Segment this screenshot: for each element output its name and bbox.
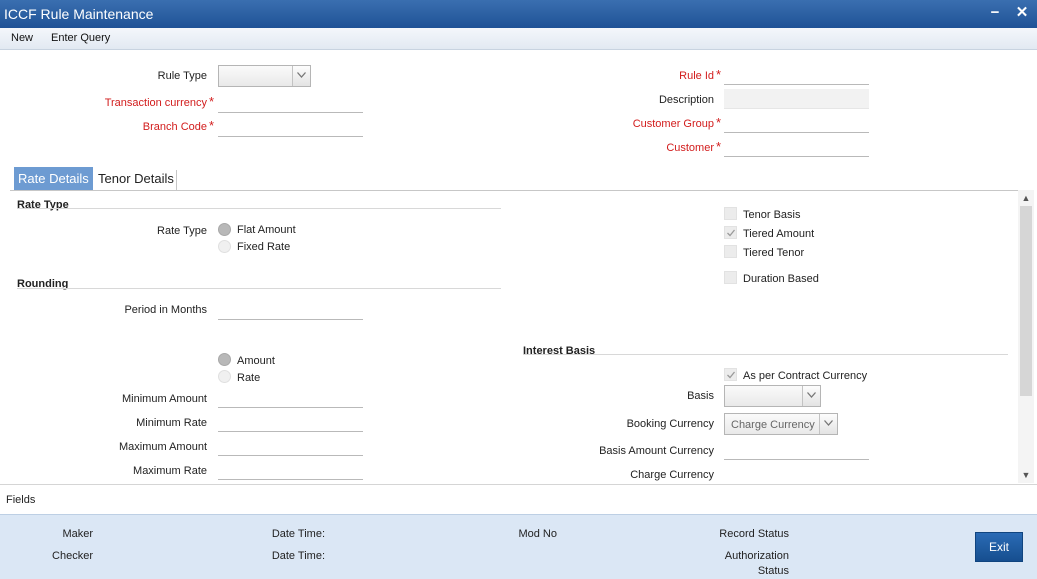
- rate-label: Rate: [237, 372, 261, 384]
- tiered-tenor-label: Tiered Tenor: [743, 247, 805, 259]
- basis-amount-currency-field[interactable]: [724, 440, 869, 460]
- customer-group-label: Customer Group: [632, 118, 714, 130]
- minimum-amount-field[interactable]: [218, 388, 363, 408]
- rule-id-field[interactable]: [724, 65, 869, 85]
- maximum-rate-label: Maximum Rate: [133, 465, 207, 477]
- customer-group-field[interactable]: [724, 113, 869, 133]
- menu-enter-query[interactable]: Enter Query: [51, 32, 110, 44]
- description-field[interactable]: [724, 89, 869, 109]
- section-divider: [17, 288, 501, 289]
- tiered-amount-checkbox[interactable]: [724, 226, 737, 239]
- tenor-basis-label: Tenor Basis: [743, 209, 801, 221]
- record-status-label: Record Status: [719, 528, 789, 540]
- required-mark: *: [209, 94, 215, 109]
- required-mark: *: [209, 118, 215, 133]
- fixed-rate-label: Fixed Rate: [237, 241, 291, 253]
- rule-id-label: Rule Id: [679, 70, 714, 82]
- minimize-icon[interactable]: −: [987, 5, 1003, 21]
- branch-code-field[interactable]: [218, 117, 363, 137]
- tab-rate-details[interactable]: Rate Details: [14, 167, 93, 191]
- tiered-tenor-checkbox[interactable]: [724, 245, 737, 258]
- transaction-currency-label: Transaction currency: [104, 97, 207, 109]
- description-label: Description: [658, 94, 714, 106]
- amount-label: Amount: [237, 355, 275, 367]
- minimum-rate-field[interactable]: [218, 412, 363, 432]
- period-in-months-field[interactable]: [218, 300, 363, 320]
- fields-link[interactable]: Fields: [6, 494, 35, 506]
- close-icon[interactable]: ✕: [1014, 5, 1030, 21]
- exit-button[interactable]: Exit: [975, 532, 1023, 562]
- as-per-contract-currency-label: As per Contract Currency: [743, 370, 868, 382]
- vertical-scrollbar[interactable]: ▲ ▼: [1018, 190, 1034, 483]
- check-icon: [727, 229, 736, 237]
- as-per-contract-currency-checkbox[interactable]: [724, 368, 737, 381]
- booking-currency-select[interactable]: Charge Currency: [724, 413, 838, 435]
- rule-type-select[interactable]: [218, 65, 311, 87]
- required-mark: *: [716, 115, 722, 130]
- checker-label: Checker: [52, 550, 93, 562]
- audit-footer: Maker Checker Date Time: Date Time: Mod …: [0, 514, 1037, 579]
- duration-based-label: Duration Based: [743, 273, 819, 285]
- basis-amount-currency-label: Basis Amount Currency: [599, 445, 714, 457]
- rule-type-label: Rule Type: [157, 70, 207, 82]
- required-mark: *: [716, 139, 722, 154]
- menu-bar: New Enter Query: [0, 28, 1037, 50]
- tab-separator: [176, 170, 177, 190]
- charge-currency-label: Charge Currency: [630, 469, 714, 481]
- minimum-rate-label: Minimum Rate: [136, 417, 207, 429]
- booking-currency-label: Booking Currency: [626, 418, 714, 430]
- scroll-down-icon[interactable]: ▼: [1021, 470, 1031, 480]
- section-divider: [17, 208, 501, 209]
- interest-basis-section-title: Interest Basis: [523, 345, 596, 357]
- maximum-amount-label: Maximum Amount: [118, 441, 207, 453]
- amount-radio[interactable]: [218, 353, 231, 366]
- window-titlebar: ICCF Rule Maintenance − ✕: [0, 0, 1037, 28]
- tenor-basis-checkbox[interactable]: [724, 207, 737, 220]
- window-title: ICCF Rule Maintenance: [4, 6, 154, 22]
- customer-field[interactable]: [724, 137, 869, 157]
- scrollbar-thumb[interactable]: [1020, 206, 1032, 396]
- chevron-down-icon[interactable]: [802, 386, 820, 406]
- required-mark: *: [716, 67, 722, 82]
- authorization-status-label: Status: [757, 565, 789, 577]
- maximum-rate-field[interactable]: [218, 460, 363, 480]
- flat-amount-radio[interactable]: [218, 223, 231, 236]
- check-icon: [727, 371, 736, 379]
- duration-based-checkbox[interactable]: [724, 271, 737, 284]
- chevron-down-icon[interactable]: [292, 66, 310, 86]
- tab-tenor-details[interactable]: Tenor Details: [94, 167, 178, 191]
- rate-type-radio-label: Rate Type: [157, 225, 207, 237]
- mod-no-label: Mod No: [518, 528, 557, 540]
- booking-currency-value: Charge Currency: [731, 419, 815, 431]
- transaction-currency-field[interactable]: [218, 93, 363, 113]
- fixed-rate-radio[interactable]: [218, 240, 231, 253]
- maximum-amount-field[interactable]: [218, 436, 363, 456]
- checker-date-time-label: Date Time:: [271, 550, 325, 562]
- authorization-label: Authorization: [724, 550, 789, 562]
- flat-amount-label: Flat Amount: [237, 224, 296, 236]
- maker-date-time-label: Date Time:: [271, 528, 325, 540]
- fields-bar: Fields: [0, 484, 1037, 514]
- basis-select[interactable]: [724, 385, 821, 407]
- maker-label: Maker: [62, 528, 93, 540]
- branch-code-label: Branch Code: [142, 121, 207, 133]
- period-in-months-label: Period in Months: [124, 304, 207, 316]
- scroll-up-icon[interactable]: ▲: [1021, 193, 1031, 203]
- rate-type-section-title: Rate Type: [17, 199, 69, 211]
- basis-label: Basis: [687, 390, 714, 402]
- section-divider: [523, 354, 1008, 355]
- minimum-amount-label: Minimum Amount: [122, 393, 207, 405]
- tiered-amount-label: Tiered Amount: [743, 228, 815, 240]
- menu-new[interactable]: New: [11, 32, 33, 44]
- rate-radio[interactable]: [218, 370, 231, 383]
- chevron-down-icon[interactable]: [819, 414, 837, 434]
- tab-divider: [10, 190, 1018, 191]
- customer-label: Customer: [666, 142, 714, 154]
